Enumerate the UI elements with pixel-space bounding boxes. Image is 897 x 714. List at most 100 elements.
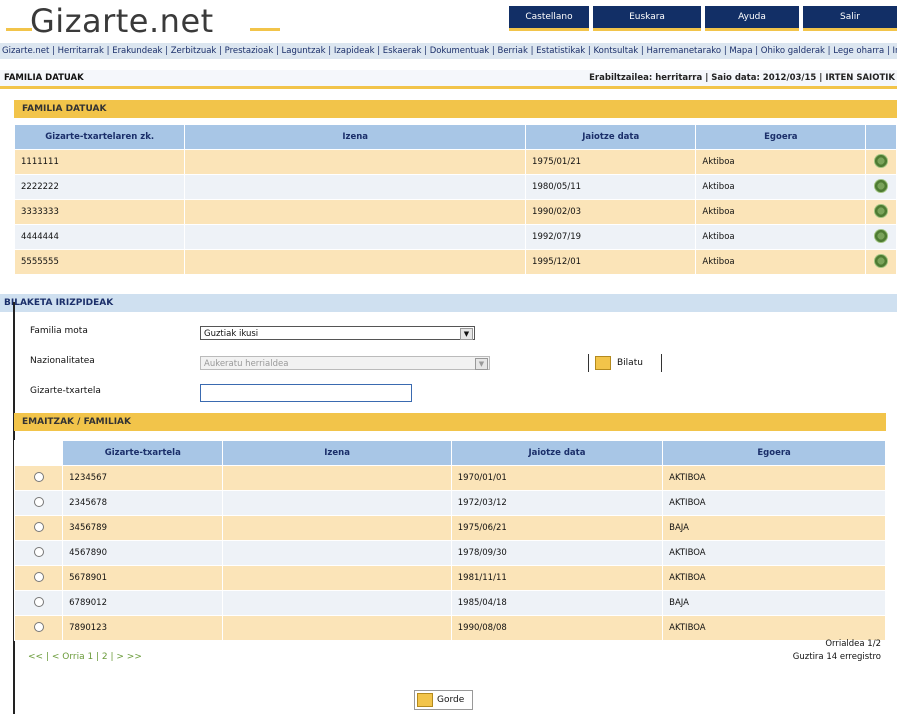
table-row[interactable]: 2345678 1972/03/12 AKTIBOA [13, 490, 886, 516]
cell-status: Aktiboa [695, 224, 867, 250]
cell-status: Aktiboa [695, 249, 867, 275]
family-table: Gizarte-txartelaren zk. Izena Jaiotze da… [13, 124, 897, 275]
edit-gear-icon[interactable] [874, 253, 889, 268]
table-row[interactable]: 4567890 1978/09/30 AKTIBOA [13, 540, 886, 566]
col-status: Egoera [695, 124, 867, 150]
cell-status: Aktiboa [695, 149, 867, 175]
search-button[interactable]: Bilatu [588, 354, 662, 372]
table-row[interactable]: 6789012 1985/04/18 BAJA [13, 590, 886, 616]
cell-card: 2222222 [13, 174, 186, 200]
table-row[interactable]: 3456789 1975/06/21 BAJA [13, 515, 886, 541]
cell-status: AKTIBOA [662, 490, 886, 516]
col-select [13, 440, 64, 466]
row-radio[interactable] [33, 546, 44, 557]
table-row[interactable]: 2222222 1980/05/11 Aktiboa [13, 174, 897, 200]
cell-birth: 1978/09/30 [450, 540, 664, 566]
col-birth: Jaiotze data [525, 124, 697, 150]
cell-card: 6789012 [62, 590, 224, 616]
search-button-label: Bilatu [617, 358, 643, 368]
table-row[interactable]: 1234567 1970/01/01 AKTIBOA [13, 465, 886, 491]
save-button-label: Gorde [437, 695, 465, 705]
nav-tab-euskara[interactable]: Euskara [593, 6, 701, 31]
table-row[interactable]: 5555555 1995/12/01 Aktiboa [13, 249, 897, 275]
cell-name [222, 615, 452, 641]
link-bar[interactable]: Gizarte.net | Herritarrak | Erakundeak |… [0, 43, 897, 59]
cell-card: 4567890 [62, 540, 224, 566]
cell-birth: 1975/06/21 [450, 515, 664, 541]
row-radio[interactable] [33, 521, 44, 532]
logo-accent-left [6, 28, 32, 31]
cell-birth: 1990/02/03 [525, 199, 697, 225]
cell-card: 1111111 [13, 149, 186, 175]
nav-tab-castellano[interactable]: Castellano [509, 6, 589, 31]
logo-accent-right [250, 28, 280, 31]
edit-gear-icon[interactable] [874, 228, 889, 243]
cell-status: Aktiboa [695, 174, 867, 200]
row-radio[interactable] [33, 571, 44, 582]
pager-page: Orrialdea 1/2 [825, 639, 881, 649]
cell-birth: 1992/07/19 [525, 224, 697, 250]
top-nav: Castellano Euskara Ayuda Salir [509, 6, 897, 31]
cell-name [222, 540, 452, 566]
nav-tab-ayuda[interactable]: Ayuda [705, 6, 799, 31]
nationality-select[interactable]: Aukeratu herrialdea ▼ [200, 356, 490, 370]
col-status: Egoera [662, 440, 886, 466]
divider [588, 354, 589, 372]
pager[interactable]: << | < Orria 1 | 2 | > >> [28, 652, 142, 662]
save-button[interactable]: Gorde [414, 690, 474, 710]
action-cell [865, 199, 897, 225]
radio-cell [13, 490, 64, 516]
action-cell [865, 149, 897, 175]
card-input[interactable] [200, 384, 412, 402]
radio-cell [13, 615, 64, 641]
radio-cell [13, 465, 64, 491]
session-info[interactable]: Erabiltzailea: herritarra | Saio data: 2… [589, 70, 895, 86]
cell-status: AKTIBOA [662, 615, 886, 641]
cell-status: AKTIBOA [662, 465, 886, 491]
results-table: Gizarte-txartela Izena Jaiotze data Egoe… [13, 440, 886, 641]
nav-tab-salir[interactable]: Salir [803, 6, 897, 31]
cell-status: BAJA [662, 515, 886, 541]
table-row[interactable]: 4444444 1992/07/19 Aktiboa [13, 224, 897, 250]
col-card: Gizarte-txartelaren zk. [13, 124, 186, 150]
edit-gear-icon[interactable] [874, 203, 889, 218]
breadcrumb-title: FAMILIA DATUAK [4, 73, 84, 83]
family-section-title: FAMILIA DATUAK [14, 100, 897, 118]
cell-card: 5555555 [13, 249, 186, 275]
col-card: Gizarte-txartela [62, 440, 224, 466]
search-folder-icon [595, 356, 611, 370]
row-radio[interactable] [33, 621, 44, 632]
cell-birth: 1972/03/12 [450, 490, 664, 516]
edit-gear-icon[interactable] [874, 153, 889, 168]
edit-gear-icon[interactable] [874, 178, 889, 193]
cell-card: 3333333 [13, 199, 186, 225]
logo-text: Gizarte.net [30, 2, 214, 40]
results-section-title: EMAITZAK / FAMILIAK [14, 413, 886, 431]
row-radio[interactable] [33, 496, 44, 507]
table-row[interactable]: 5678901 1981/11/11 AKTIBOA [13, 565, 886, 591]
cell-card: 7890123 [62, 615, 224, 641]
save-folder-icon [417, 693, 433, 707]
label-nationality: Nazionalitatea [30, 356, 95, 366]
action-cell [865, 224, 897, 250]
row-radio[interactable] [33, 471, 44, 482]
cell-status: AKTIBOA [662, 565, 886, 591]
cell-name [222, 565, 452, 591]
cell-name [184, 174, 527, 200]
table-row[interactable]: 1111111 1975/01/21 Aktiboa [13, 149, 897, 175]
pager-total: Guztira 14 erregistro [792, 652, 881, 662]
radio-cell [13, 590, 64, 616]
cell-name [222, 590, 452, 616]
cell-name [184, 249, 527, 275]
table-row[interactable]: 3333333 1990/02/03 Aktiboa [13, 199, 897, 225]
family-type-select[interactable]: Guztiak ikusi ▼ [200, 326, 475, 340]
cell-card: 5678901 [62, 565, 224, 591]
table-row[interactable]: 7890123 1990/08/08 AKTIBOA [13, 615, 886, 641]
cell-name [222, 465, 452, 491]
cell-status: BAJA [662, 590, 886, 616]
cell-card: 1234567 [62, 465, 224, 491]
row-radio[interactable] [33, 596, 44, 607]
cell-name [222, 490, 452, 516]
chevron-down-icon: ▼ [460, 328, 473, 340]
cell-birth: 1970/01/01 [450, 465, 664, 491]
